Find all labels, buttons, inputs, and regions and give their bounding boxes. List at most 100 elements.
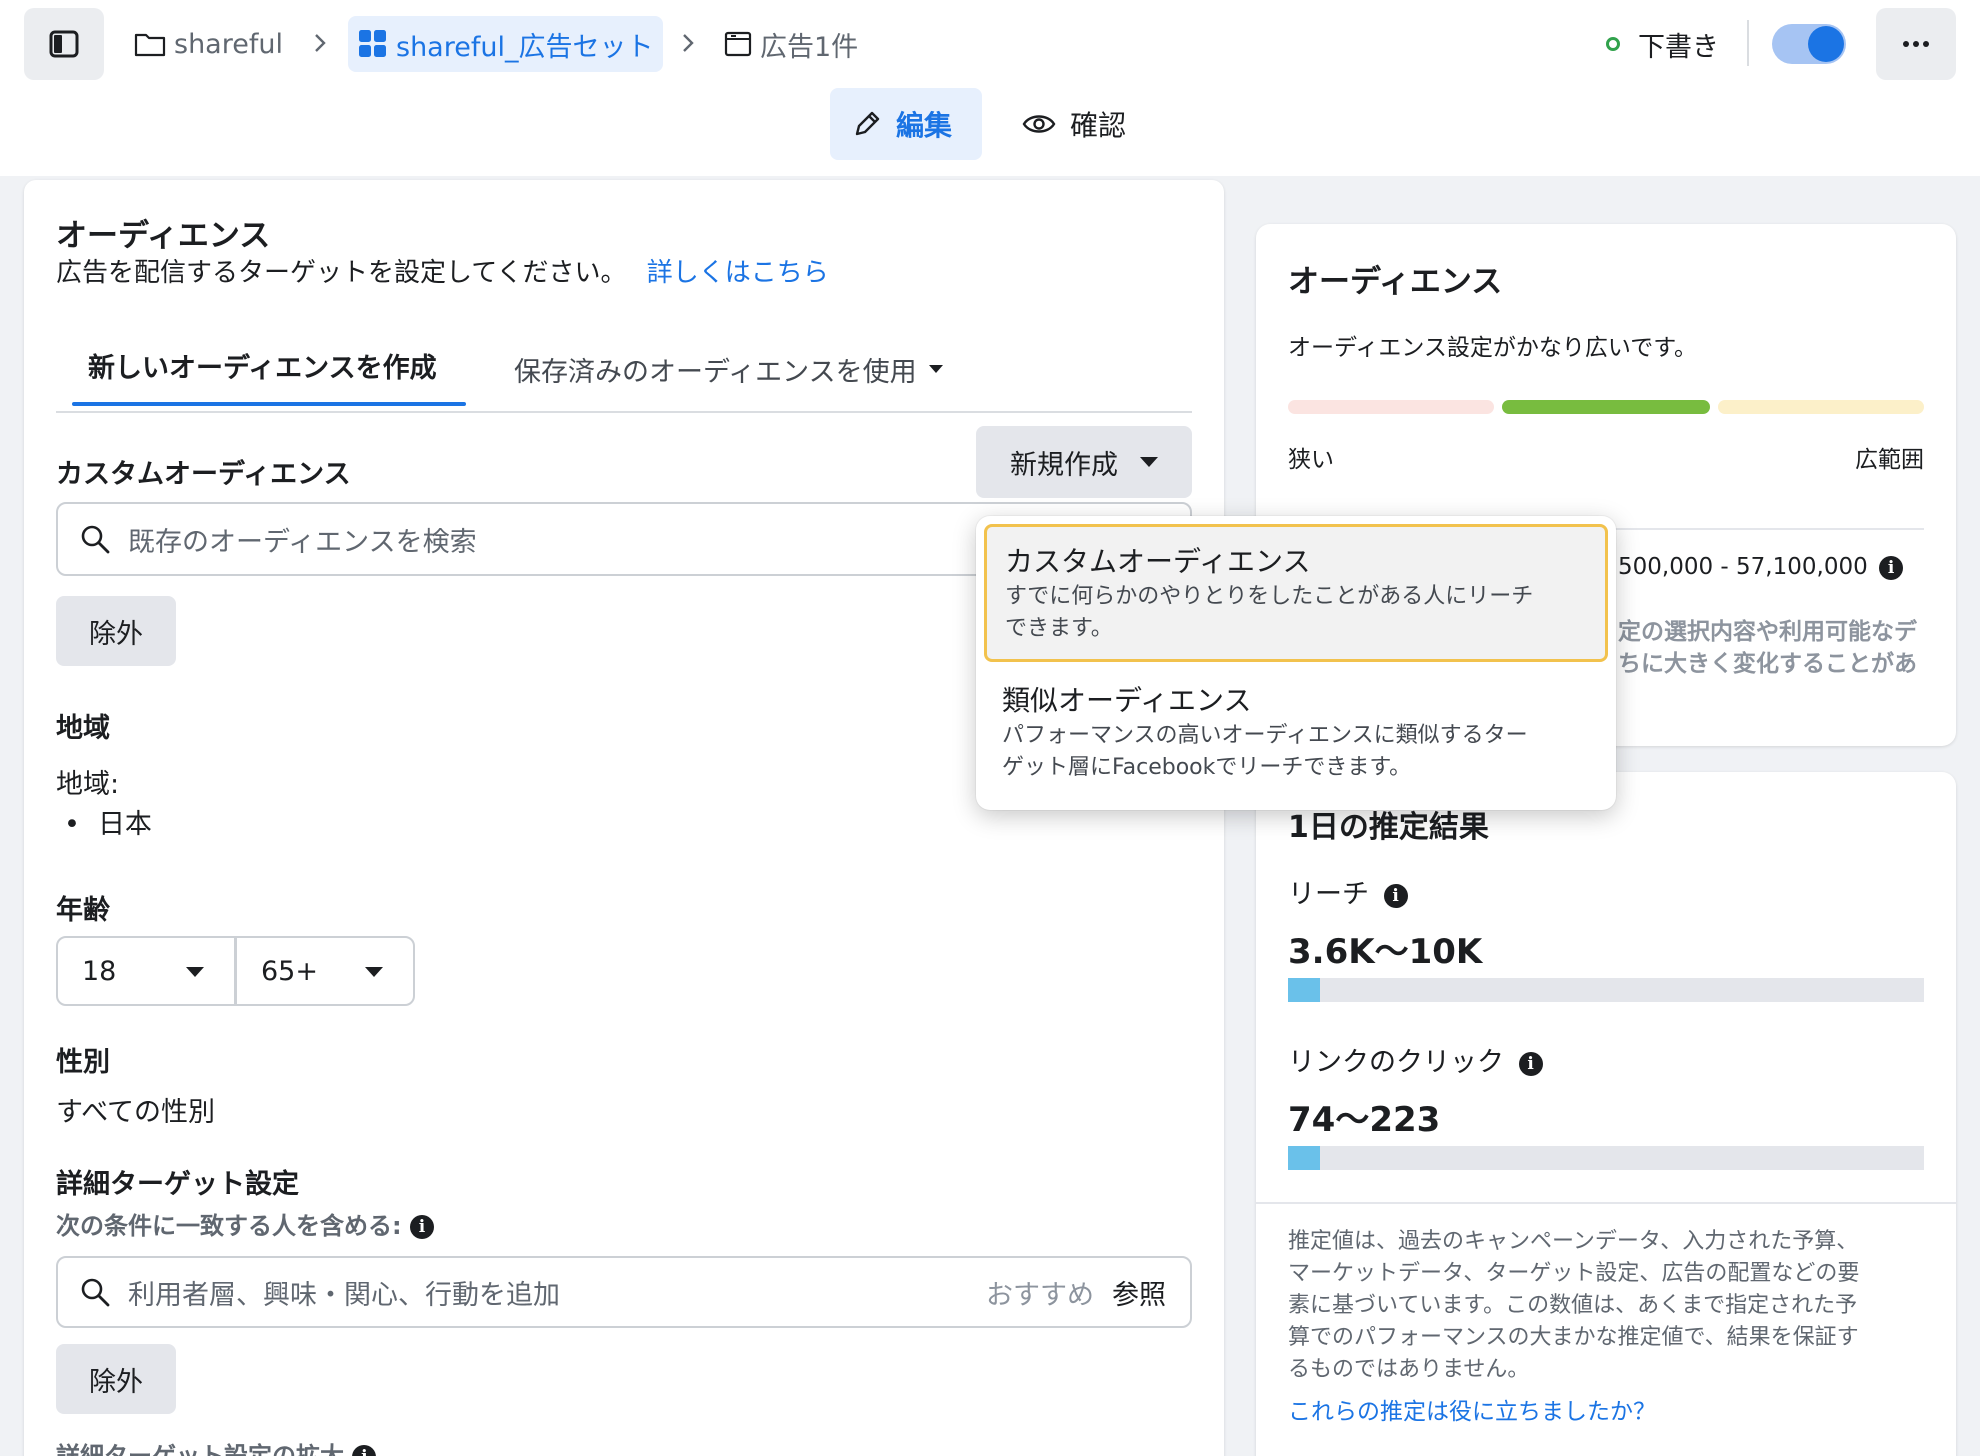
definition-desc: オーディエンス設定がかなり広いです。	[1288, 335, 1697, 361]
breadcrumb-ad-label: 広告1件	[760, 31, 859, 63]
eye-icon	[1022, 115, 1056, 133]
search-icon	[81, 1278, 110, 1307]
detailed-targeting-search[interactable]: 利用者層、興味・関心、行動を追加 おすすめ 参照	[56, 1256, 1192, 1328]
age-label: 年齢	[56, 895, 110, 926]
gender-label: 性別	[56, 1047, 110, 1078]
tab-edit-label: 編集	[896, 109, 953, 142]
sidebar-toggle-button[interactable]	[24, 8, 104, 80]
reach-label: リーチ	[1288, 879, 1369, 910]
meter-active-segment	[1502, 400, 1710, 414]
info-icon[interactable]: i	[352, 1445, 377, 1456]
browse-link[interactable]: 参照	[1112, 1273, 1166, 1312]
more-options-button[interactable]	[1876, 8, 1956, 80]
menu-item-title: カスタムオーディエンス	[1005, 545, 1311, 578]
detailed-targeting-label: 詳細ターゲット設定	[56, 1169, 299, 1200]
reach-bar	[1288, 978, 1924, 1002]
gender-value[interactable]: すべての性別	[56, 1090, 215, 1129]
estimated-results-panel: 1日の推定結果 リーチ i 3.6K〜10K リンクのクリック i 74〜223…	[1256, 772, 1956, 1456]
detailed-expansion-row: 詳細ターゲット設定の拡大 i	[56, 1436, 377, 1456]
reach-label-row: リーチ i	[1288, 872, 1408, 911]
clicks-label-row: リンクのクリック i	[1288, 1040, 1543, 1079]
tab-edit[interactable]: 編集	[830, 88, 982, 160]
custom-audience-search-placeholder: 既存のオーディエンスを検索	[128, 526, 477, 558]
tab-new-audience[interactable]: 新しいオーディエンスを作成	[88, 346, 437, 392]
learn-more-link[interactable]: 詳しくはこちら	[647, 258, 829, 288]
meter-broad-segment	[1718, 400, 1924, 414]
sidebar-icon	[49, 30, 79, 58]
tab-saved-audience-label: 保存済みのオーディエンスを使用	[514, 356, 917, 388]
estimates-note-line: 素に基づいています。この数値は、あくまで指定された予	[1288, 1293, 1858, 1318]
feedback-link[interactable]: これらの推定は役に立ちましたか？	[1288, 1392, 1656, 1426]
reach-bar-fill	[1288, 978, 1320, 1002]
clicks-value: 74〜223	[1288, 1100, 1441, 1140]
menu-item-desc-line: できます。	[1005, 616, 1113, 641]
caret-down-icon	[186, 967, 204, 977]
location-item[interactable]: • 日本	[64, 802, 152, 841]
toggle-knob	[1808, 26, 1844, 62]
breadcrumb-adset-label: shareful_広告セット	[396, 31, 654, 63]
meter-narrow-label: 狭い	[1288, 447, 1334, 473]
meter-narrow-segment	[1288, 400, 1494, 414]
more-icon	[1903, 41, 1929, 47]
tab-review-label: 確認	[1070, 109, 1127, 142]
bullet: •	[64, 809, 80, 840]
audience-size-value: 500,000 - 57,100,000	[1618, 554, 1868, 580]
estimates-note-line: るものではありません。	[1288, 1357, 1530, 1382]
audience-size-row: 500,000 - 57,100,000 i	[1618, 554, 1904, 580]
exclude-button[interactable]: 除外	[56, 596, 176, 666]
menu-item-desc: すでに何らかのやりとりをしたことがある人にリーチ できます。	[1005, 581, 1587, 645]
menu-item-desc: パフォーマンスの高いオーディエンスに類似するター ゲット層にFacebookでリ…	[1002, 720, 1590, 784]
location-value: 日本	[97, 809, 152, 840]
create-new-label: 新規作成	[1010, 449, 1118, 481]
divider	[1747, 20, 1749, 66]
ad-icon	[724, 31, 752, 57]
info-icon[interactable]: i	[1518, 1051, 1543, 1076]
age-max-select[interactable]: 65+	[235, 936, 415, 1006]
estimates-note-line: 推定値は、過去のキャンペーンデータ、入力された予算、	[1288, 1229, 1859, 1254]
create-new-button[interactable]: 新規作成	[976, 426, 1192, 498]
age-min-select[interactable]: 18	[56, 936, 236, 1006]
info-icon[interactable]: i	[1383, 883, 1408, 908]
location-label: 地域	[56, 713, 110, 744]
suggestions-link[interactable]: おすすめ	[986, 1273, 1094, 1312]
audience-subtitle: 広告を配信するターゲットを設定してください。	[56, 258, 627, 288]
tab-saved-audience[interactable]: 保存済みのオーディエンスを使用	[514, 346, 943, 392]
create-new-dropdown-menu: カスタムオーディエンス すでに何らかのやりとりをしたことがある人にリーチ できま…	[976, 516, 1616, 810]
age-min-value: 18	[82, 955, 117, 987]
menu-item-lookalike-audience[interactable]: 類似オーディエンス パフォーマンスの高いオーディエンスに類似するター ゲット層に…	[984, 666, 1608, 804]
menu-item-desc-line: すでに何らかのやりとりをしたことがある人にリーチ	[1005, 584, 1534, 609]
info-icon[interactable]: i	[1879, 555, 1904, 580]
publish-toggle[interactable]	[1772, 24, 1846, 64]
clicks-label: リンクのクリック	[1288, 1047, 1504, 1078]
breadcrumb-campaign-label: shareful	[174, 28, 283, 60]
tab-review[interactable]: 確認	[1000, 88, 1148, 160]
detailed-targeting-sub-label: 次の条件に一致する人を含める:	[56, 1212, 402, 1240]
search-icon	[81, 525, 110, 554]
reach-value: 3.6K〜10K	[1288, 932, 1483, 972]
menu-item-custom-audience[interactable]: カスタムオーディエンス すでに何らかのやりとりをしたことがある人にリーチ できま…	[984, 524, 1608, 662]
top-bar: shareful shareful_広告セット 広告1件 下書き 編集 確認	[0, 0, 1980, 176]
audience-title: オーディエンス	[56, 218, 271, 254]
tab-divider	[56, 411, 1192, 413]
draft-status: 下書き	[1606, 22, 1719, 66]
exclude-detailed-button[interactable]: 除外	[56, 1344, 176, 1414]
clicks-bar-fill	[1288, 1146, 1320, 1170]
breadcrumb-campaign[interactable]: shareful	[134, 16, 283, 72]
breadcrumb-adset[interactable]: shareful_広告セット	[348, 16, 664, 72]
info-icon[interactable]: i	[409, 1215, 434, 1239]
clicks-bar	[1288, 1146, 1924, 1170]
detailed-expansion-label: 詳細ターゲット設定の拡大	[56, 1442, 344, 1456]
menu-item-title: 類似オーディエンス	[1002, 684, 1252, 717]
location-sub-label: 地域:	[56, 769, 120, 800]
audience-subtitle-row: 広告を配信するターゲットを設定してください。 詳しくはこちら	[56, 252, 829, 289]
chevron-right-icon	[305, 28, 335, 58]
estimates-note-line: 算でのパフォーマンスの大まかな推定値で、結果を保証す	[1288, 1325, 1859, 1350]
definition-note: 定の選択内容や利用可能なデ ちに大きく変化することがあ	[1618, 616, 1917, 680]
draft-status-label: 下書き	[1638, 31, 1719, 63]
search-hints: おすすめ 参照	[986, 1273, 1166, 1312]
audience-panel: オーディエンス 広告を配信するターゲットを設定してください。 詳しくはこちら 新…	[24, 180, 1224, 1456]
menu-item-desc-line: パフォーマンスの高いオーディエンスに類似するター	[1002, 723, 1528, 748]
tab-active-indicator	[72, 402, 466, 406]
definition-note-line: ちに大きく変化することがあ	[1618, 651, 1917, 677]
breadcrumb-ad[interactable]: 広告1件	[724, 16, 858, 72]
